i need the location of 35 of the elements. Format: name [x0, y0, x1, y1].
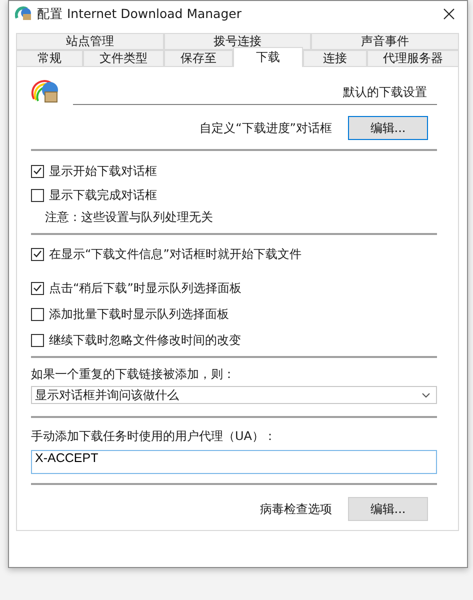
tab[interactable]: 拨号连接: [164, 33, 312, 50]
checkbox[interactable]: [31, 164, 44, 178]
virus-check-label: 病毒检查选项: [260, 500, 332, 518]
tab[interactable]: 下载: [233, 47, 303, 67]
chevron-down-icon: [422, 392, 430, 398]
checkbox[interactable]: [31, 334, 44, 346]
checkbox-label: 在显示“下载文件信息”对话框时就开始下载文件: [49, 246, 302, 262]
edit-button[interactable]: 编辑...: [348, 116, 428, 140]
checkbox-label: 继续下载时忽略文件修改时间的改变: [49, 332, 241, 348]
duplicate-label: 如果一个重复的下载链接被添加，则：: [31, 366, 236, 383]
checkbox-label: 点击“稍后下载”时显示队列选择面板: [49, 280, 242, 296]
checkbox-label: 显示开始下载对话框: [49, 162, 157, 180]
tab[interactable]: 常规: [16, 50, 83, 67]
progress-dialog-label: 自定义“下载进度”对话框: [200, 120, 332, 136]
tab[interactable]: 保存至: [164, 50, 233, 67]
user-agent-field[interactable]: X-ACCEPT: [31, 450, 437, 474]
note-text: 注意：这些设置与队列处理无关: [45, 209, 214, 226]
tab[interactable]: 连接: [303, 50, 367, 67]
checkbox[interactable]: [31, 282, 44, 294]
checkbox-label: 添加批量下载时显示队列选择面板: [49, 306, 229, 322]
app-logo-icon: [15, 6, 33, 22]
window-title: 配置 Internet Download Manager: [37, 6, 242, 22]
checkbox-label: 显示下载完成对话框: [49, 186, 157, 204]
tab[interactable]: 声音事件: [311, 33, 459, 50]
tab[interactable]: 代理服务器: [367, 50, 459, 67]
tab[interactable]: 文件类型: [83, 50, 164, 67]
tab[interactable]: 站点管理: [16, 33, 164, 50]
checkbox[interactable]: [31, 188, 44, 202]
close-icon[interactable]: [443, 8, 455, 20]
user-agent-label: 手动添加下载任务时使用的用户代理（UA）：: [31, 428, 277, 445]
checkbox[interactable]: [31, 308, 44, 320]
duplicate-dropdown[interactable]: 显示对话框并询问该做什么: [31, 386, 437, 404]
edit-button[interactable]: 编辑...: [348, 497, 428, 521]
section-title: 默认的下载设置: [343, 84, 427, 100]
checkbox[interactable]: [31, 248, 44, 260]
